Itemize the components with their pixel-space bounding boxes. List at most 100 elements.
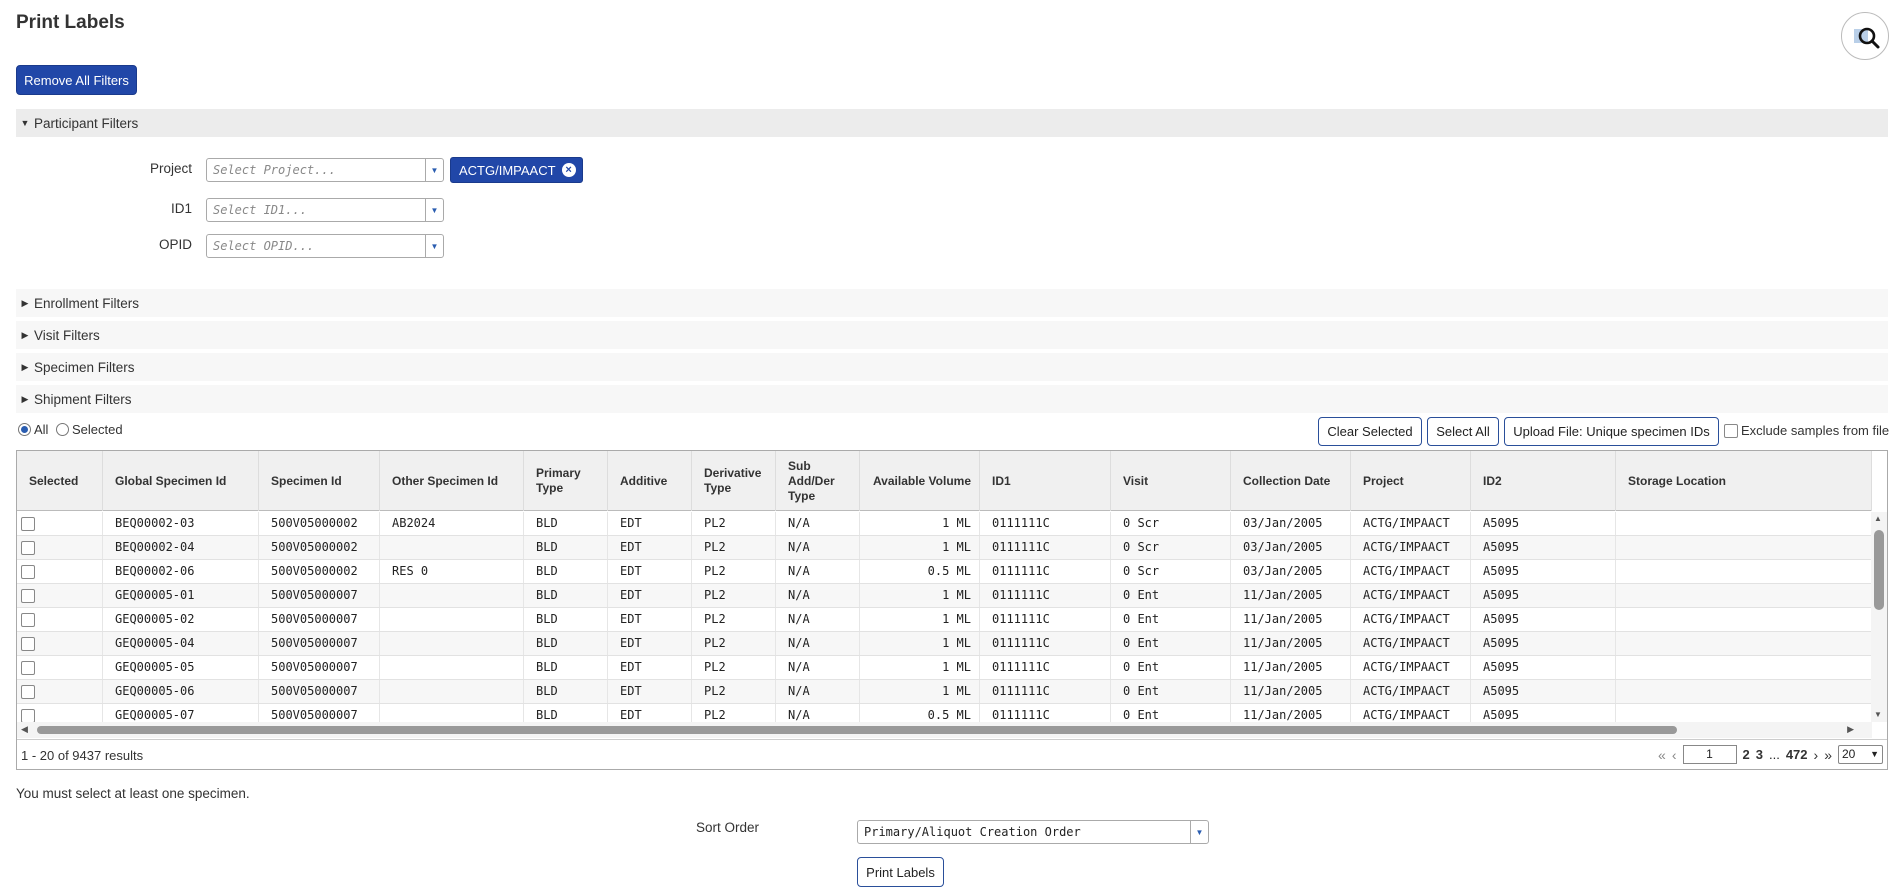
column-header-visit[interactable]: Visit xyxy=(1111,451,1231,511)
project-select[interactable]: Select Project... ▼ xyxy=(206,158,444,182)
table-row[interactable]: BEQ00002-03 500V05000002 AB2024 BLD EDT PL2 N/… xyxy=(17,512,1872,536)
chevron-down-icon[interactable]: ▼ xyxy=(1190,821,1208,843)
vertical-scrollbar[interactable]: ▲ ▼ xyxy=(1871,512,1887,722)
select-all-button[interactable]: Select All xyxy=(1427,417,1499,446)
cell-id1: 0111111C xyxy=(980,656,1111,679)
row-select-checkbox[interactable] xyxy=(21,564,35,579)
cell-specimen-id: 500V05000007 xyxy=(259,680,380,703)
page-number-input[interactable]: 1 xyxy=(1682,745,1737,764)
cell-global-specimen-id: BEQ00002-03 xyxy=(103,512,259,535)
last-page-button[interactable]: » xyxy=(1824,747,1832,763)
column-header-global-specimen-id[interactable]: Global Specimen Id xyxy=(103,451,259,511)
radio-all[interactable]: All xyxy=(18,422,48,437)
caret-right-icon: ▶ xyxy=(21,393,29,404)
row-select-checkbox[interactable] xyxy=(21,540,35,555)
clear-selected-button[interactable]: Clear Selected xyxy=(1318,417,1422,446)
table-row[interactable]: BEQ00002-06 500V05000002 RES 0 BLD EDT PL2 N/A… xyxy=(17,560,1872,584)
cell-global-specimen-id: GEQ00005-01 xyxy=(103,584,259,607)
visit-filters-header[interactable]: ▶ Visit Filters xyxy=(16,321,1888,349)
column-header-sub-add-der-type[interactable]: Sub Add/Der Type xyxy=(776,451,860,511)
column-header-selected[interactable]: Selected xyxy=(17,451,103,511)
row-select-checkbox[interactable] xyxy=(21,636,35,651)
row-select-checkbox[interactable] xyxy=(21,708,35,723)
exclude-checkbox-box[interactable] xyxy=(1724,423,1738,438)
horizontal-scrollbar[interactable]: ◀ ▶ xyxy=(17,722,1872,738)
cell-id1: 0111111C xyxy=(980,536,1111,559)
column-header-additive[interactable]: Additive xyxy=(608,451,692,511)
table-row[interactable]: BEQ00002-04 500V05000002 BLD EDT PL2 N/A 1 ML 0… xyxy=(17,536,1872,560)
column-header-derivative-type[interactable]: Derivative Type xyxy=(692,451,776,511)
column-header-id1[interactable]: ID1 xyxy=(980,451,1111,511)
column-header-other-specimen-id[interactable]: Other Specimen Id xyxy=(380,451,524,511)
sort-order-select[interactable]: Primary/Aliquot Creation Order ▼ xyxy=(857,820,1209,844)
cell-storage-location xyxy=(1616,536,1872,559)
remove-all-filters-button[interactable]: Remove All Filters xyxy=(16,65,137,95)
last-page-link[interactable]: 472 xyxy=(1786,747,1808,762)
specimen-filters-header[interactable]: ▶ Specimen Filters xyxy=(16,353,1888,381)
close-circle-icon[interactable]: × xyxy=(561,163,576,177)
radio-all-dot[interactable] xyxy=(18,423,31,436)
shipment-filters-header[interactable]: ▶ Shipment Filters xyxy=(16,385,1888,413)
cell-global-specimen-id: GEQ00005-02 xyxy=(103,608,259,631)
cell-specimen-id: 500V05000007 xyxy=(259,608,380,631)
page-size-select[interactable]: 20 ▼ xyxy=(1838,745,1883,764)
row-select-checkbox[interactable] xyxy=(21,612,35,627)
column-header-id2[interactable]: ID2 xyxy=(1471,451,1616,511)
cell-derivative-type: PL2 xyxy=(692,584,776,607)
radio-selected[interactable]: Selected xyxy=(56,422,123,437)
opid-select[interactable]: Select OPID... ▼ xyxy=(206,234,444,258)
cell-id1: 0111111C xyxy=(980,512,1111,535)
search-button[interactable] xyxy=(1841,12,1889,60)
scroll-left-icon[interactable]: ◀ xyxy=(21,724,28,735)
caret-down-icon: ▼ xyxy=(20,118,30,128)
prev-page-button[interactable]: ‹ xyxy=(1672,747,1677,763)
first-page-button[interactable]: « xyxy=(1658,747,1666,763)
page-3-link[interactable]: 3 xyxy=(1756,747,1763,762)
column-header-storage-location[interactable]: Storage Location xyxy=(1616,451,1872,511)
row-select-checkbox[interactable] xyxy=(21,660,35,675)
column-header-project[interactable]: Project xyxy=(1351,451,1471,511)
page-2-link[interactable]: 2 xyxy=(1743,747,1750,762)
scroll-down-icon[interactable]: ▼ xyxy=(1874,710,1882,719)
cell-id2: A5095 xyxy=(1471,680,1616,703)
column-header-specimen-id[interactable]: Specimen Id xyxy=(259,451,380,511)
vertical-scroll-thumb[interactable] xyxy=(1874,530,1884,610)
radio-selected-dot[interactable] xyxy=(56,423,69,436)
table-row[interactable]: GEQ00005-02 500V05000007 BLD EDT PL2 N/A 1 ML 0… xyxy=(17,608,1872,632)
enrollment-filters-header[interactable]: ▶ Enrollment Filters xyxy=(16,289,1888,317)
id1-label: ID1 xyxy=(170,201,192,216)
horizontal-scroll-thumb[interactable] xyxy=(37,726,1677,734)
exclude-samples-checkbox[interactable]: Exclude samples from file xyxy=(1724,423,1889,438)
row-select-checkbox[interactable] xyxy=(21,684,35,699)
cell-sub-add-der-type: N/A xyxy=(776,656,860,679)
participant-filters-header[interactable]: ▼ Participant Filters xyxy=(16,109,1888,137)
chevron-down-icon[interactable]: ▼ xyxy=(425,235,443,257)
column-header-collection-date[interactable]: Collection Date xyxy=(1231,451,1351,511)
radio-selected-label: Selected xyxy=(72,422,123,437)
scroll-right-icon[interactable]: ▶ xyxy=(1847,724,1854,735)
upload-file-button[interactable]: Upload File: Unique specimen IDs xyxy=(1504,417,1719,446)
table-row[interactable]: GEQ00005-04 500V05000007 BLD EDT PL2 N/A 1 ML 0… xyxy=(17,632,1872,656)
participant-filters-label: Participant Filters xyxy=(34,115,139,131)
chevron-down-icon[interactable]: ▼ xyxy=(425,159,443,181)
table-row[interactable]: GEQ00005-05 500V05000007 BLD EDT PL2 N/A 1 ML 0… xyxy=(17,656,1872,680)
column-header-available-volume[interactable]: Available Volume xyxy=(860,451,980,511)
column-header-primary-type[interactable]: Primary Type xyxy=(524,451,608,511)
cell-visit: 0 Scr xyxy=(1111,560,1231,583)
row-select-checkbox[interactable] xyxy=(21,516,35,531)
project-placeholder: Select Project... xyxy=(213,163,336,177)
cell-visit: 0 Ent xyxy=(1111,632,1231,655)
scroll-up-icon[interactable]: ▲ xyxy=(1874,514,1882,523)
row-select-checkbox[interactable] xyxy=(21,588,35,603)
cell-primary-type: BLD xyxy=(524,584,608,607)
cell-id2: A5095 xyxy=(1471,656,1616,679)
table-row[interactable]: GEQ00005-01 500V05000007 BLD EDT PL2 N/A 1 ML 0… xyxy=(17,584,1872,608)
print-labels-button[interactable]: Print Labels xyxy=(857,857,944,887)
table-row[interactable]: GEQ00005-06 500V05000007 BLD EDT PL2 N/A 1 ML 0… xyxy=(17,680,1872,704)
cell-project: ACTG/IMPAACT xyxy=(1351,656,1471,679)
next-page-button[interactable]: › xyxy=(1814,747,1819,763)
caret-right-icon: ▶ xyxy=(21,329,29,340)
chevron-down-icon[interactable]: ▼ xyxy=(425,199,443,221)
id1-select[interactable]: Select ID1... ▼ xyxy=(206,198,444,222)
cell-available-volume: 1 ML xyxy=(860,512,980,535)
